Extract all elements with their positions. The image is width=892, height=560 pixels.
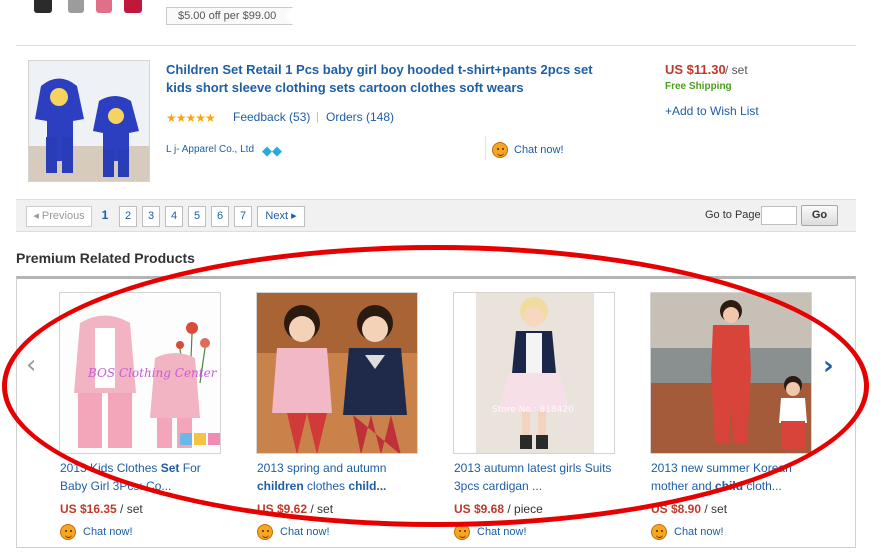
page-7[interactable]: 7 (234, 206, 252, 227)
chat-icon[interactable] (257, 524, 273, 540)
chat-now-link[interactable]: Chat now! (674, 526, 724, 538)
related-product-image[interactable]: Store No.: 818420 (453, 292, 615, 454)
chat-now-link[interactable]: Chat now! (477, 526, 527, 538)
previous-listing-thumbnail[interactable] (30, 0, 150, 14)
related-product-image[interactable] (256, 292, 418, 454)
section-title: Premium Related Products (16, 250, 195, 266)
chat-icon[interactable] (492, 142, 508, 158)
previous-page-button[interactable]: ◂ Previous (26, 206, 92, 227)
page-4[interactable]: 4 (165, 206, 183, 227)
coupon-badge: $5.00 off per $99.00 (166, 7, 294, 25)
related-product-price: US $9.62 / set (257, 502, 334, 516)
goto-page-input[interactable] (761, 206, 797, 225)
related-product-title[interactable]: 2013 autumn latest girls Suits 3pcs card… (454, 459, 614, 495)
free-shipping-label: Free Shipping (665, 81, 732, 92)
related-product-title[interactable]: 2013 new summer Korean mother and child … (651, 459, 811, 495)
go-button[interactable]: Go (801, 205, 838, 226)
related-product-image[interactable]: BOS Clothing Center (59, 292, 221, 454)
page-6[interactable]: 6 (211, 206, 229, 227)
page-1[interactable]: 1 (98, 206, 112, 227)
chat-icon[interactable] (60, 524, 76, 540)
carousel-next-arrow[interactable]: › (823, 351, 834, 381)
seller-link[interactable]: L j- Apparel Co., Ltd (166, 144, 254, 155)
next-page-button[interactable]: Next ▸ (257, 206, 305, 227)
carousel-prev-arrow[interactable]: ‹ (26, 350, 36, 380)
related-product-title[interactable]: 2013 spring and autumn children clothes … (257, 459, 417, 495)
watermark-text: Store No.: 818420 (492, 405, 574, 415)
rating-stars: ★★★★★ (166, 111, 216, 125)
add-to-wishlist-link[interactable]: +Add to Wish List (665, 104, 759, 118)
product-image[interactable] (28, 60, 150, 182)
watermark-text: BOS Clothing Center (87, 366, 218, 380)
feedback-link[interactable]: Feedback (53) (233, 110, 310, 124)
related-product-price: US $16.35 / set (60, 502, 143, 516)
product-title-link[interactable]: Children Set Retail 1 Pcs baby girl boy … (166, 61, 616, 97)
pagination-bar: ◂ Previous 1 2 3 4 5 6 7 Next ▸ Go to Pa… (16, 199, 856, 232)
separator: | (316, 111, 319, 123)
chat-now-link[interactable]: Chat now! (280, 526, 330, 538)
product-price: US $11.30 (665, 62, 726, 77)
goto-page-label: Go to Page (705, 209, 761, 221)
divider (485, 136, 486, 160)
chat-icon[interactable] (651, 524, 667, 540)
divider (16, 45, 856, 46)
related-product-price: US $8.90 / set (651, 502, 728, 516)
price-unit: / set (725, 63, 748, 77)
chat-icon[interactable] (454, 524, 470, 540)
related-product-price: US $9.68 / piece (454, 502, 543, 516)
page-3[interactable]: 3 (142, 206, 160, 227)
related-product-title[interactable]: 2013 Kids Clothes Set For Baby Girl 3Pcs… (60, 459, 220, 495)
chat-now-link[interactable]: Chat now! (83, 526, 133, 538)
diamond-icon: ◆◆ (262, 143, 282, 158)
page-2[interactable]: 2 (119, 206, 137, 227)
orders-link[interactable]: Orders (148) (326, 110, 394, 124)
related-product-image[interactable] (650, 292, 812, 454)
chat-now-link[interactable]: Chat now! (514, 144, 564, 156)
page-5[interactable]: 5 (188, 206, 206, 227)
